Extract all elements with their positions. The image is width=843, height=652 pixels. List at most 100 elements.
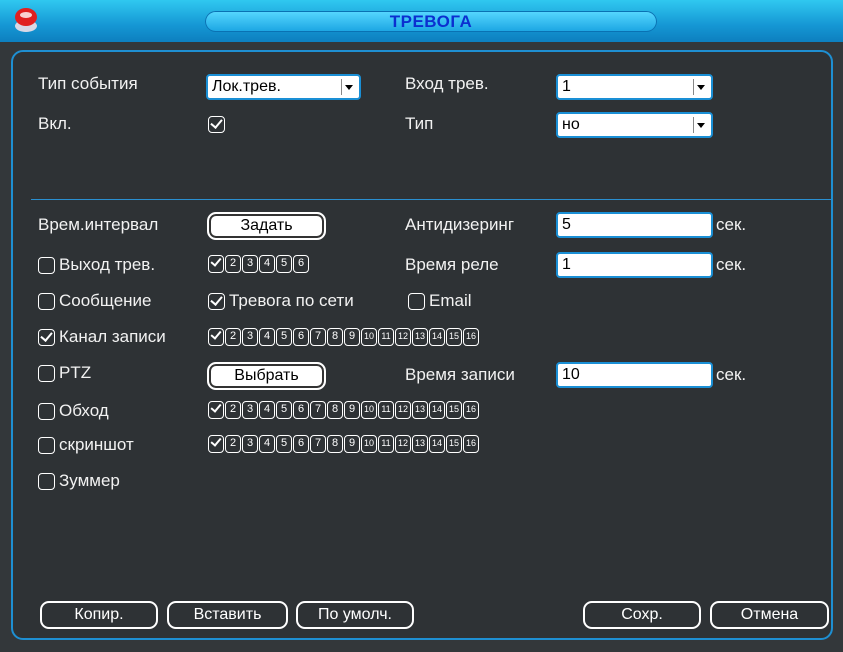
channel-checkbox-3[interactable]: 3 xyxy=(242,401,258,419)
channel-checkbox-14[interactable]: 14 xyxy=(429,328,445,346)
channel-checkbox-4[interactable]: 4 xyxy=(259,255,275,273)
channel-checkbox-2[interactable]: 2 xyxy=(225,328,241,346)
tour-channels: 12345678910111213141516 xyxy=(208,401,479,419)
event-type-select[interactable]: Лок.трев. xyxy=(206,74,361,100)
channel-checkbox-15[interactable]: 15 xyxy=(446,328,462,346)
channel-checkbox-9[interactable]: 9 xyxy=(344,328,360,346)
channel-checkbox-1[interactable]: 1 xyxy=(208,328,224,346)
channel-checkbox-12[interactable]: 12 xyxy=(395,328,411,346)
snapshot-label: скриншот xyxy=(59,435,134,454)
antidither-input[interactable]: 5 xyxy=(556,212,713,238)
relay-time-unit: сек. xyxy=(716,255,747,274)
channel-checkbox-7[interactable]: 7 xyxy=(310,328,326,346)
channel-checkbox-5[interactable]: 5 xyxy=(276,435,292,453)
save-button[interactable]: Сохр. xyxy=(583,601,701,629)
channel-checkbox-11[interactable]: 11 xyxy=(378,435,394,453)
channel-checkbox-14[interactable]: 14 xyxy=(429,401,445,419)
channel-checkbox-6[interactable]: 6 xyxy=(293,435,309,453)
tour-checkbox[interactable] xyxy=(38,403,55,420)
channel-checkbox-6[interactable]: 6 xyxy=(293,401,309,419)
chevron-down-icon xyxy=(693,117,708,133)
default-button[interactable]: По умолч. xyxy=(296,601,414,629)
channel-checkbox-16[interactable]: 16 xyxy=(463,328,479,346)
channel-checkbox-11[interactable]: 11 xyxy=(378,328,394,346)
type-label: Тип xyxy=(405,114,434,133)
email-label: Email xyxy=(429,291,472,310)
channel-checkbox-4[interactable]: 4 xyxy=(259,328,275,346)
channel-checkbox-3[interactable]: 3 xyxy=(242,435,258,453)
channel-checkbox-9[interactable]: 9 xyxy=(344,435,360,453)
channel-checkbox-8[interactable]: 8 xyxy=(327,435,343,453)
antidither-label: Антидизеринг xyxy=(405,215,515,234)
record-channels: 12345678910111213141516 xyxy=(208,328,479,346)
channel-checkbox-10[interactable]: 10 xyxy=(361,435,377,453)
channel-checkbox-7[interactable]: 7 xyxy=(310,435,326,453)
channel-checkbox-2[interactable]: 2 xyxy=(225,255,241,273)
paste-button[interactable]: Вставить xyxy=(167,601,288,629)
select-ptz-button[interactable]: Выбрать xyxy=(207,362,326,390)
channel-checkbox-6[interactable]: 6 xyxy=(293,255,309,273)
channel-checkbox-3[interactable]: 3 xyxy=(242,328,258,346)
channel-checkbox-10[interactable]: 10 xyxy=(361,328,377,346)
channel-checkbox-1[interactable]: 1 xyxy=(208,255,224,273)
channel-checkbox-15[interactable]: 15 xyxy=(446,435,462,453)
buzzer-label: Зуммер xyxy=(59,471,120,490)
net-alarm-checkbox[interactable] xyxy=(208,293,225,310)
email-checkbox[interactable] xyxy=(408,293,425,310)
channel-checkbox-1[interactable]: 1 xyxy=(208,435,224,453)
channel-checkbox-4[interactable]: 4 xyxy=(259,401,275,419)
channel-checkbox-2[interactable]: 2 xyxy=(225,435,241,453)
channel-checkbox-1[interactable]: 1 xyxy=(208,401,224,419)
channel-checkbox-13[interactable]: 13 xyxy=(412,435,428,453)
alarm-input-select[interactable]: 1 xyxy=(556,74,713,100)
alarm-out-checkbox[interactable] xyxy=(38,257,55,274)
channel-checkbox-3[interactable]: 3 xyxy=(242,255,258,273)
antidither-unit: сек. xyxy=(716,215,747,234)
type-value: но xyxy=(562,116,580,133)
channel-checkbox-14[interactable]: 14 xyxy=(429,435,445,453)
channel-checkbox-5[interactable]: 5 xyxy=(276,401,292,419)
snapshot-checkbox[interactable] xyxy=(38,437,55,454)
ptz-label: PTZ xyxy=(59,363,92,382)
section-divider xyxy=(31,199,831,200)
buzzer-checkbox[interactable] xyxy=(38,473,55,490)
record-time-input[interactable]: 10 xyxy=(556,362,713,388)
channel-checkbox-2[interactable]: 2 xyxy=(225,401,241,419)
channel-checkbox-9[interactable]: 9 xyxy=(344,401,360,419)
record-channel-checkbox[interactable] xyxy=(38,329,55,346)
channel-checkbox-7[interactable]: 7 xyxy=(310,401,326,419)
channel-checkbox-16[interactable]: 16 xyxy=(463,435,479,453)
channel-checkbox-8[interactable]: 8 xyxy=(327,401,343,419)
record-time-label: Время записи xyxy=(405,365,515,384)
cancel-button[interactable]: Отмена xyxy=(710,601,829,629)
tour-label: Обход xyxy=(59,401,109,420)
channel-checkbox-8[interactable]: 8 xyxy=(327,328,343,346)
period-label: Врем.интервал xyxy=(38,215,159,234)
channel-checkbox-15[interactable]: 15 xyxy=(446,401,462,419)
channel-checkbox-12[interactable]: 12 xyxy=(395,401,411,419)
channel-checkbox-5[interactable]: 5 xyxy=(276,255,292,273)
title-bar: ТРЕВОГА xyxy=(0,0,843,42)
channel-checkbox-12[interactable]: 12 xyxy=(395,435,411,453)
alarm-window: ТРЕВОГА Тип события Лок.трев. Вход трев.… xyxy=(0,0,843,652)
chevron-down-icon xyxy=(341,79,356,95)
channel-checkbox-13[interactable]: 13 xyxy=(412,328,428,346)
event-type-label: Тип события xyxy=(38,74,138,93)
chevron-down-icon xyxy=(693,79,708,95)
channel-checkbox-11[interactable]: 11 xyxy=(378,401,394,419)
relay-time-input[interactable]: 1 xyxy=(556,252,713,278)
copy-button[interactable]: Копир. xyxy=(40,601,158,629)
channel-checkbox-4[interactable]: 4 xyxy=(259,435,275,453)
enable-label: Вкл. xyxy=(38,114,72,133)
message-checkbox[interactable] xyxy=(38,293,55,310)
enable-checkbox[interactable] xyxy=(208,116,225,133)
alarm-input-value: 1 xyxy=(562,78,571,95)
ptz-checkbox[interactable] xyxy=(38,365,55,382)
set-period-button[interactable]: Задать xyxy=(207,212,326,240)
channel-checkbox-16[interactable]: 16 xyxy=(463,401,479,419)
channel-checkbox-10[interactable]: 10 xyxy=(361,401,377,419)
channel-checkbox-13[interactable]: 13 xyxy=(412,401,428,419)
channel-checkbox-5[interactable]: 5 xyxy=(276,328,292,346)
channel-checkbox-6[interactable]: 6 xyxy=(293,328,309,346)
type-select[interactable]: но xyxy=(556,112,713,138)
